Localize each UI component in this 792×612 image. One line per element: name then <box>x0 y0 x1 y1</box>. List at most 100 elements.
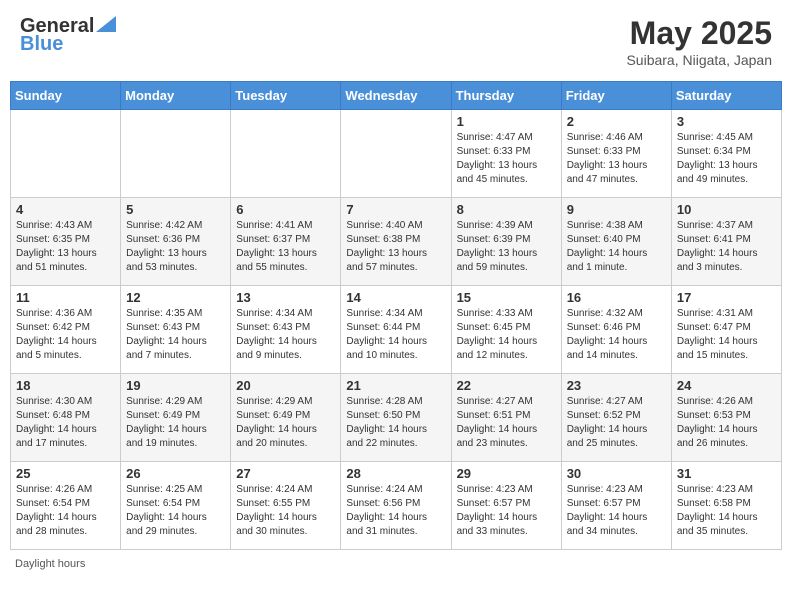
calendar-title: May 2025 <box>626 15 772 52</box>
table-row: 30 Sunrise: 4:23 AM Sunset: 6:57 PM Dayli… <box>561 462 671 550</box>
day-info: Sunrise: 4:43 AM Sunset: 6:35 PM Dayligh… <box>16 219 115 275</box>
table-row: 14Sunrise: 4:34 AM Sunset: 6:44 PM Dayli… <box>341 286 451 374</box>
footer: Daylight hours <box>10 558 782 570</box>
table-row: 21 Sunrise: 4:28 AM Sunset: 6:50 PM Dayli… <box>341 374 451 462</box>
day-info: Sunrise: 4:38 AM Sunset: 6:40 PM Dayligh… <box>567 219 666 275</box>
col-friday: Friday <box>561 82 671 110</box>
day-info: Sunrise: 4:34 AM Sunset: 6:43 PM Dayligh… <box>236 307 335 363</box>
day-number: 14 <box>346 290 445 305</box>
calendar-week-5: 25Sunrise: 4:26 AM Sunset: 6:54 PM Dayli… <box>11 462 782 550</box>
day-info: Sunrise: 4:31 AM Sunset: 6:47 PM Dayligh… <box>677 307 776 363</box>
header-row: Sunday Monday Tuesday Wednesday Thursday… <box>11 82 782 110</box>
calendar-table: Sunday Monday Tuesday Wednesday Thursday… <box>10 81 782 550</box>
calendar-subtitle: Suibara, Niigata, Japan <box>626 52 772 68</box>
calendar-body: 1 Sunrise: 4:47 AM Sunset: 6:33 PM Daylig… <box>11 110 782 550</box>
col-monday: Monday <box>121 82 231 110</box>
day-number: 15 <box>457 290 556 305</box>
day-number: 7 <box>346 202 445 217</box>
day-info: Sunrise: 4:33 AM Sunset: 6:45 PM Dayligh… <box>457 307 556 363</box>
table-row: 27 Sunrise: 4:24 AM Sunset: 6:55 PM Dayli… <box>231 462 341 550</box>
col-saturday: Saturday <box>671 82 781 110</box>
table-row: 19 Sunrise: 4:29 AM Sunset: 6:49 PM Dayli… <box>121 374 231 462</box>
calendar-week-1: 1 Sunrise: 4:47 AM Sunset: 6:33 PM Daylig… <box>11 110 782 198</box>
page-header: General Blue May 2025 Suibara, Niigata, … <box>10 10 782 73</box>
col-wednesday: Wednesday <box>341 82 451 110</box>
col-tuesday: Tuesday <box>231 82 341 110</box>
day-info: Sunrise: 4:32 AM Sunset: 6:46 PM Dayligh… <box>567 307 666 363</box>
logo-blue-text: Blue <box>20 33 63 55</box>
day-number: 28 <box>346 466 445 481</box>
day-info: Sunrise: 4:47 AM Sunset: 6:33 PM Dayligh… <box>457 131 556 187</box>
calendar-week-2: 4 Sunrise: 4:43 AM Sunset: 6:35 PM Daylig… <box>11 198 782 286</box>
table-row: 5Sunrise: 4:42 AM Sunset: 6:36 PM Daylig… <box>121 198 231 286</box>
day-info: Sunrise: 4:24 AM Sunset: 6:55 PM Dayligh… <box>236 483 335 539</box>
day-number: 16 <box>567 290 666 305</box>
col-sunday: Sunday <box>11 82 121 110</box>
day-info: Sunrise: 4:23 AM Sunset: 6:57 PM Dayligh… <box>457 483 556 539</box>
table-row: 24Sunrise: 4:26 AM Sunset: 6:53 PM Dayli… <box>671 374 781 462</box>
day-info: Sunrise: 4:27 AM Sunset: 6:52 PM Dayligh… <box>567 395 666 451</box>
day-number: 20 <box>236 378 335 393</box>
day-info: Sunrise: 4:39 AM Sunset: 6:39 PM Dayligh… <box>457 219 556 275</box>
day-info: Sunrise: 4:40 AM Sunset: 6:38 PM Dayligh… <box>346 219 445 275</box>
title-block: May 2025 Suibara, Niigata, Japan <box>626 15 772 68</box>
table-row: 10Sunrise: 4:37 AM Sunset: 6:41 PM Dayli… <box>671 198 781 286</box>
day-number: 17 <box>677 290 776 305</box>
table-row: 16 Sunrise: 4:32 AM Sunset: 6:46 PM Dayli… <box>561 286 671 374</box>
table-row: 4 Sunrise: 4:43 AM Sunset: 6:35 PM Daylig… <box>11 198 121 286</box>
day-number: 31 <box>677 466 776 481</box>
calendar-header: Sunday Monday Tuesday Wednesday Thursday… <box>11 82 782 110</box>
day-number: 12 <box>126 290 225 305</box>
day-info: Sunrise: 4:26 AM Sunset: 6:53 PM Dayligh… <box>677 395 776 451</box>
table-row: 7 Sunrise: 4:40 AM Sunset: 6:38 PM Daylig… <box>341 198 451 286</box>
day-info: Sunrise: 4:23 AM Sunset: 6:57 PM Dayligh… <box>567 483 666 539</box>
table-row: 1 Sunrise: 4:47 AM Sunset: 6:33 PM Daylig… <box>451 110 561 198</box>
table-row: 29Sunrise: 4:23 AM Sunset: 6:57 PM Dayli… <box>451 462 561 550</box>
table-row <box>341 110 451 198</box>
day-info: Sunrise: 4:30 AM Sunset: 6:48 PM Dayligh… <box>16 395 115 451</box>
day-number: 10 <box>677 202 776 217</box>
day-number: 26 <box>126 466 225 481</box>
day-info: Sunrise: 4:36 AM Sunset: 6:42 PM Dayligh… <box>16 307 115 363</box>
day-info: Sunrise: 4:23 AM Sunset: 6:58 PM Dayligh… <box>677 483 776 539</box>
table-row: 3Sunrise: 4:45 AM Sunset: 6:34 PM Daylig… <box>671 110 781 198</box>
table-row: 8 Sunrise: 4:39 AM Sunset: 6:39 PM Daylig… <box>451 198 561 286</box>
day-info: Sunrise: 4:35 AM Sunset: 6:43 PM Dayligh… <box>126 307 225 363</box>
day-info: Sunrise: 4:24 AM Sunset: 6:56 PM Dayligh… <box>346 483 445 539</box>
day-number: 11 <box>16 290 115 305</box>
table-row: 9 Sunrise: 4:38 AM Sunset: 6:40 PM Daylig… <box>561 198 671 286</box>
table-row: 25Sunrise: 4:26 AM Sunset: 6:54 PM Dayli… <box>11 462 121 550</box>
logo-icon <box>96 16 116 32</box>
table-row: 26Sunrise: 4:25 AM Sunset: 6:54 PM Dayli… <box>121 462 231 550</box>
table-row: 13 Sunrise: 4:34 AM Sunset: 6:43 PM Dayli… <box>231 286 341 374</box>
table-row: 17 Sunrise: 4:31 AM Sunset: 6:47 PM Dayli… <box>671 286 781 374</box>
day-number: 25 <box>16 466 115 481</box>
day-info: Sunrise: 4:28 AM Sunset: 6:50 PM Dayligh… <box>346 395 445 451</box>
table-row: 20 Sunrise: 4:29 AM Sunset: 6:49 PM Dayli… <box>231 374 341 462</box>
table-row: 31 Sunrise: 4:23 AM Sunset: 6:58 PM Dayli… <box>671 462 781 550</box>
day-number: 27 <box>236 466 335 481</box>
table-row <box>11 110 121 198</box>
day-number: 21 <box>346 378 445 393</box>
day-number: 30 <box>567 466 666 481</box>
day-info: Sunrise: 4:29 AM Sunset: 6:49 PM Dayligh… <box>126 395 225 451</box>
day-number: 8 <box>457 202 556 217</box>
day-number: 23 <box>567 378 666 393</box>
day-number: 19 <box>126 378 225 393</box>
day-info: Sunrise: 4:45 AM Sunset: 6:34 PM Dayligh… <box>677 131 776 187</box>
table-row <box>231 110 341 198</box>
table-row: 2Sunrise: 4:46 AM Sunset: 6:33 PM Daylig… <box>561 110 671 198</box>
day-number: 1 <box>457 114 556 129</box>
calendar-week-3: 11 Sunrise: 4:36 AM Sunset: 6:42 PM Dayli… <box>11 286 782 374</box>
day-number: 9 <box>567 202 666 217</box>
table-row: 6 Sunrise: 4:41 AM Sunset: 6:37 PM Daylig… <box>231 198 341 286</box>
table-row: 23 Sunrise: 4:27 AM Sunset: 6:52 PM Dayli… <box>561 374 671 462</box>
day-number: 18 <box>16 378 115 393</box>
table-row: 18 Sunrise: 4:30 AM Sunset: 6:48 PM Dayli… <box>11 374 121 462</box>
day-number: 6 <box>236 202 335 217</box>
day-number: 4 <box>16 202 115 217</box>
day-info: Sunrise: 4:41 AM Sunset: 6:37 PM Dayligh… <box>236 219 335 275</box>
day-info: Sunrise: 4:29 AM Sunset: 6:49 PM Dayligh… <box>236 395 335 451</box>
logo: General Blue <box>20 15 116 55</box>
day-number: 13 <box>236 290 335 305</box>
